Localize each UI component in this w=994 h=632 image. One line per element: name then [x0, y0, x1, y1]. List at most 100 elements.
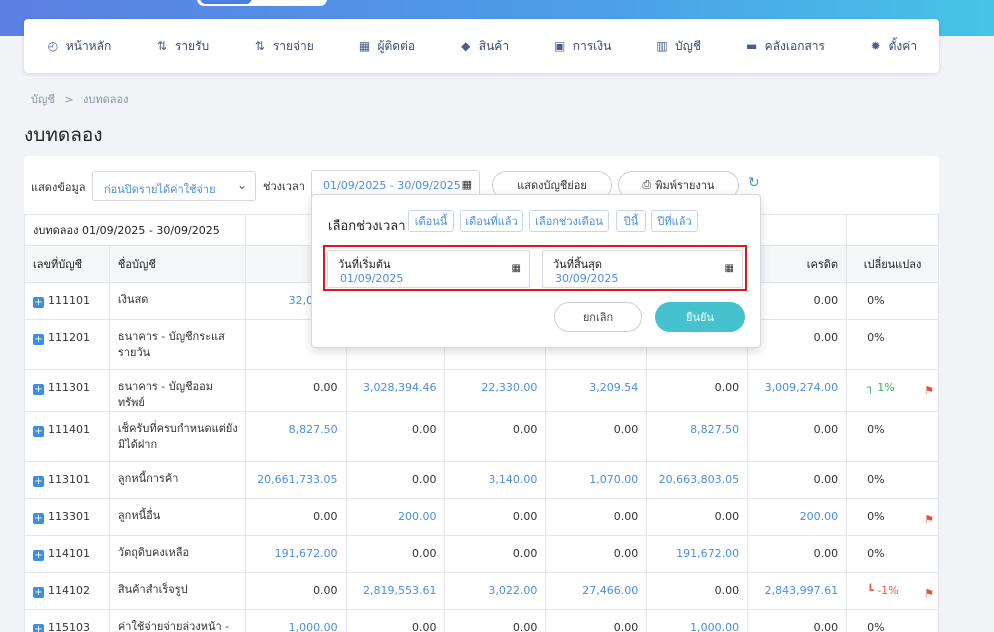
expand-plus-icon[interactable]: +	[33, 297, 44, 308]
amount-cell[interactable]: 2,843,997.61	[747, 572, 848, 610]
dashboard-icon: ◴	[47, 39, 59, 53]
amount-cell[interactable]: 200.00	[345, 498, 446, 536]
amount-cell[interactable]: 1,000.00	[244, 609, 347, 632]
start-date-label: วันที่เริ่มต้น	[338, 258, 391, 271]
chip-this-month[interactable]: เดือนนี้	[408, 210, 454, 232]
chip-month-range[interactable]: เลือกช่วงเดือน	[529, 210, 609, 232]
expand-plus-icon[interactable]: +	[33, 426, 44, 437]
amount-cell[interactable]: 191,672.00	[244, 535, 347, 573]
amount-cell[interactable]: 1,070.00	[545, 461, 648, 499]
account-code-cell: +111301	[24, 369, 110, 412]
change-value: 0%	[867, 294, 885, 307]
breadcrumb-parent[interactable]: บัญชี	[31, 93, 55, 106]
amount-cell: 0.00	[747, 535, 848, 573]
calendar-icon: ▦	[724, 263, 734, 274]
breadcrumb-separator: >	[64, 93, 74, 106]
account-code: 114101	[48, 547, 90, 560]
amount-cell: 0.00	[646, 498, 749, 536]
account-name: ลูกหนี้การค้า	[108, 461, 246, 499]
flag-icon[interactable]: ⚑	[924, 587, 934, 600]
amount-cell[interactable]: 27,466.00	[545, 572, 648, 610]
expand-plus-icon[interactable]: +	[33, 550, 44, 561]
refresh-icon[interactable]: ↻	[748, 175, 760, 191]
end-date-field[interactable]: วันที่สิ้นสุด 30/09/2025 ▦	[542, 250, 743, 288]
amount-cell: 0.00	[545, 411, 648, 462]
col-account-code: เลขที่บัญชี	[24, 245, 110, 283]
amount-cell: 0.00	[747, 411, 848, 462]
amount-cell[interactable]: 3,028,394.46	[345, 369, 446, 412]
account-name: ค่าใช้จ่ายจ่ายล่วงหน้า - อื่น	[108, 609, 246, 632]
amount-cell[interactable]: 22,330.00	[444, 369, 547, 412]
table-row: +114101 วัตถุดิบคงเหลือ 191,672.00 0.00 0.00…	[24, 535, 939, 573]
amount-cell[interactable]: 8,827.50	[646, 411, 749, 462]
table-row: +115103ค่าใช้จ่ายจ่ายล่วงหน้า - อื่น1,00…	[24, 609, 939, 632]
nav-item-4[interactable]: ◆ สินค้า	[459, 37, 509, 56]
amount-cell[interactable]: 3,009,274.00	[747, 369, 848, 412]
calendar-icon: ▦	[461, 178, 472, 191]
table-row: +111301 ธนาคาร - บัญชีออมทรัพย์ 0.00 3,028,…	[24, 369, 939, 412]
amount-cell[interactable]: 2,819,553.61	[345, 572, 446, 610]
nav-item-3[interactable]: ▦ ผู้ติดต่อ	[357, 37, 415, 56]
show-data-select[interactable]: ก่อนปิดรายได้ค่าใช้จ่าย ⌄	[92, 171, 256, 201]
amount-cell[interactable]: 3,022.00	[444, 572, 547, 610]
chip-this-year[interactable]: ปีนี้	[616, 210, 646, 232]
col-change: เปลี่ยนแปลง	[846, 245, 939, 283]
chip-last-month[interactable]: เดือนที่แล้ว	[460, 210, 523, 232]
breadcrumb: บัญชี > งบทดลอง	[31, 90, 129, 108]
flag-icon[interactable]: ⚑	[924, 513, 934, 526]
amount-cell[interactable]: 191,672.00	[646, 535, 749, 573]
change-cell: 0%	[846, 411, 939, 462]
gear-icon: ✹	[870, 39, 881, 53]
start-date-field[interactable]: วันที่เริ่มต้น 01/09/2025 ▦	[327, 250, 530, 288]
account-code-cell: +111401	[24, 411, 110, 462]
change-cell: ┐ 1% ⚑	[846, 369, 939, 412]
nav-item-2[interactable]: ⇅ รายจ่าย	[253, 37, 314, 56]
amount-cell: 0.00	[244, 572, 347, 610]
period-label: ช่วงเวลา	[263, 180, 305, 193]
account-code: 113101	[48, 473, 90, 486]
expand-plus-icon[interactable]: +	[33, 513, 44, 524]
income-icon: ⇅	[156, 39, 167, 53]
date-range-popover: เลือกช่วงเวลา เดือนนี้ เดือนที่แล้ว เลือ…	[311, 194, 761, 348]
nav-label: การเงิน	[572, 38, 612, 53]
expand-plus-icon[interactable]: +	[33, 384, 44, 395]
amount-cell: 0.00	[646, 572, 749, 610]
confirm-button[interactable]: ยืนยัน	[655, 302, 745, 332]
nav-item-6[interactable]: ▥ บัญชี	[655, 37, 701, 56]
expand-plus-icon[interactable]: +	[33, 476, 44, 487]
amount-cell[interactable]: 20,661,733.05	[244, 461, 347, 499]
amount-cell[interactable]: 20,663,803.05	[646, 461, 749, 499]
amount-cell[interactable]: 3,209.54	[545, 369, 648, 412]
expand-plus-icon[interactable]: +	[33, 334, 44, 345]
expand-plus-icon[interactable]: +	[33, 624, 44, 632]
end-date-value: 30/09/2025	[555, 272, 619, 285]
chip-last-year[interactable]: ปีที่แล้ว	[651, 210, 698, 232]
account-code-cell: +113301	[24, 498, 110, 536]
amount-cell[interactable]: 200.00	[747, 498, 848, 536]
change-cell: 0%	[846, 282, 939, 320]
amount-cell[interactable]: 8,827.50	[244, 411, 347, 462]
top-toggle-active[interactable]	[200, 0, 252, 4]
account-name: เงินสด	[108, 282, 246, 320]
account-code: 111401	[48, 423, 90, 436]
cancel-button[interactable]: ยกเลิก	[554, 302, 642, 332]
change-cell: 0%	[846, 609, 939, 632]
expand-plus-icon[interactable]: +	[33, 587, 44, 598]
chevron-down-icon: ⌄	[236, 178, 247, 192]
change-value: 1%	[877, 381, 895, 394]
amount-cell: 0.00	[345, 411, 446, 462]
amount-cell: 0.00	[444, 535, 547, 573]
nav-item-8[interactable]: ✹ ตั้งค่า	[869, 37, 917, 56]
amount-cell[interactable]: 1,000.00	[646, 609, 749, 632]
change-value: 0%	[867, 547, 885, 560]
nav-item-5[interactable]: ▣ การเงิน	[553, 37, 612, 56]
amount-cell[interactable]: 3,140.00	[444, 461, 547, 499]
print-report-label: พิมพ์รายงาน	[655, 179, 715, 192]
nav-item-7[interactable]: ▬ คลังเอกสาร	[745, 37, 825, 56]
account-code: 115103	[48, 621, 90, 632]
nav-item-0[interactable]: ◴ หน้าหลัก	[46, 37, 112, 56]
change-cell: 0%	[846, 319, 939, 370]
account-name: วัตถุดิบคงเหลือ	[108, 535, 246, 573]
nav-item-1[interactable]: ⇅ รายรับ	[155, 37, 209, 56]
flag-icon[interactable]: ⚑	[924, 384, 934, 397]
